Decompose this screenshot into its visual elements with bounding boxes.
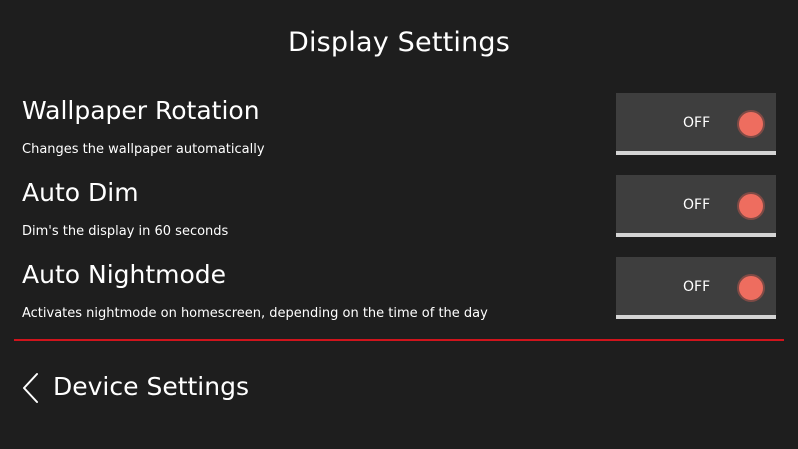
toggle-knob	[737, 192, 765, 220]
display-settings-screen: Display Settings Wallpaper Rotation Chan…	[0, 0, 798, 449]
toggle-knob	[737, 274, 765, 302]
divider	[14, 339, 784, 341]
toggle-state-label: OFF	[683, 115, 711, 131]
setting-title: Auto Dim	[22, 178, 139, 207]
toggle-knob	[737, 110, 765, 138]
chevron-left-icon	[23, 373, 38, 403]
setting-description: Activates nightmode on homescreen, depen…	[22, 306, 488, 321]
page-title: Display Settings	[287, 27, 511, 58]
back-label: Device Settings	[53, 372, 249, 401]
setting-description: Dim's the display in 60 seconds	[22, 224, 229, 239]
setting-auto-dim: Auto Dim Dim's the display in 60 seconds…	[0, 175, 798, 242]
setting-wallpaper-rotation: Wallpaper Rotation Changes the wallpaper…	[0, 93, 798, 160]
back-button-device-settings[interactable]: Device Settings	[18, 368, 258, 408]
toggle-state-label: OFF	[683, 197, 711, 213]
auto-nightmode-toggle[interactable]: OFF	[616, 257, 776, 319]
setting-title: Auto Nightmode	[22, 260, 227, 289]
wallpaper-rotation-toggle[interactable]: OFF	[616, 93, 776, 155]
toggle-state-label: OFF	[683, 279, 711, 295]
setting-auto-nightmode: Auto Nightmode Activates nightmode on ho…	[0, 257, 798, 324]
setting-description: Changes the wallpaper automatically	[22, 142, 265, 157]
setting-title: Wallpaper Rotation	[22, 96, 260, 125]
auto-dim-toggle[interactable]: OFF	[616, 175, 776, 237]
